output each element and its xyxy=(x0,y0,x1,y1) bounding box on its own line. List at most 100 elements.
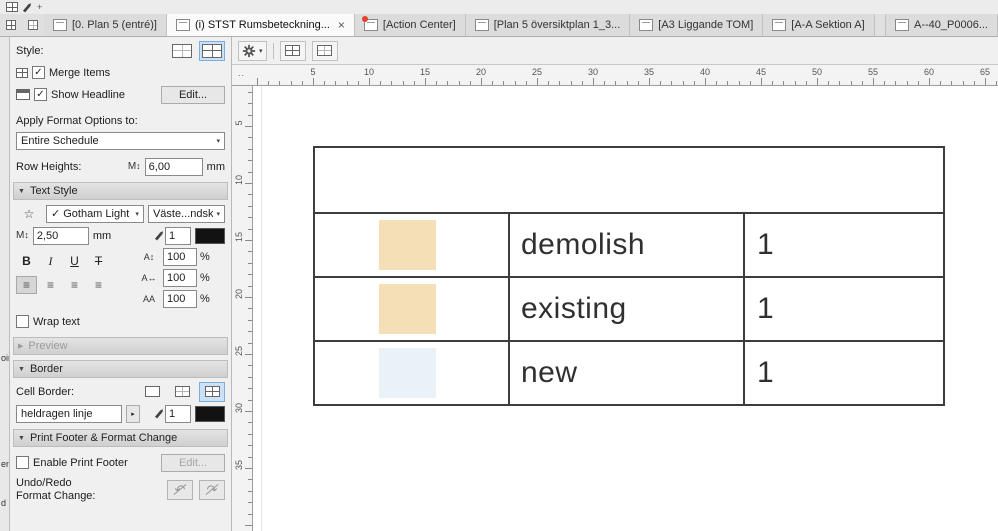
tab-2[interactable]: (i) STST Rumsbeteckning... × xyxy=(167,14,355,36)
ruler-tick xyxy=(458,81,460,85)
ruler-tick xyxy=(749,81,751,85)
border-none-button[interactable] xyxy=(139,382,165,402)
underline-button[interactable]: U xyxy=(64,252,85,270)
apply-format-select[interactable]: Entire Schedule ▾ xyxy=(16,131,225,150)
align-center-icon: ≡ xyxy=(46,278,54,292)
border-pen-input[interactable]: 1 xyxy=(165,404,191,423)
border-color-swatch[interactable] xyxy=(195,405,225,422)
name-cell[interactable]: new xyxy=(508,342,743,404)
unit-mm-label: mm xyxy=(92,229,112,242)
text-pen-input[interactable]: 1 xyxy=(165,226,191,245)
edit-headline-button[interactable]: Edit... xyxy=(161,85,225,104)
align-right-button[interactable]: ≡ xyxy=(64,276,85,294)
align-center-button[interactable]: ≡ xyxy=(40,276,61,294)
percent-label: % xyxy=(200,251,210,263)
ruler-tick xyxy=(828,81,830,85)
section-preview[interactable]: ▶ Preview xyxy=(13,337,228,355)
ruler-tick xyxy=(850,81,852,85)
schedule-row: demolish 1 xyxy=(315,214,943,276)
ruler-tick xyxy=(248,251,252,253)
cell-border-label: Cell Border: xyxy=(16,385,75,398)
ruler-tick xyxy=(514,81,516,85)
drawing-canvas[interactable]: demolish 1 existing 1 new 1 xyxy=(253,86,998,531)
table-style-2-button[interactable] xyxy=(199,40,225,61)
align-justify-button[interactable]: ≡ xyxy=(88,276,109,294)
ruler-tick xyxy=(682,81,684,85)
ruler-tick xyxy=(503,81,505,85)
count-cell[interactable]: 1 xyxy=(743,278,943,340)
tab-label: [A-A Sektion A] xyxy=(791,19,865,31)
count-cell[interactable]: 1 xyxy=(743,214,943,276)
table-cells-button[interactable] xyxy=(311,40,338,61)
ruler-number: 40 xyxy=(699,67,711,77)
percent-label: % xyxy=(200,272,210,284)
window-grid-button[interactable] xyxy=(3,1,21,13)
ruler-tick xyxy=(301,81,303,85)
favorites-button[interactable]: ☆ xyxy=(16,204,42,224)
ruler-tick xyxy=(772,81,774,85)
schedule-header-row[interactable] xyxy=(315,148,943,214)
table-style-1-button[interactable] xyxy=(169,41,195,61)
ruler-tick xyxy=(940,81,942,85)
ruler-tick xyxy=(873,78,874,85)
line-type-select[interactable]: heldragen linje xyxy=(16,404,122,423)
merge-items-checkbox[interactable] xyxy=(32,66,45,79)
tab-3[interactable]: [Action Center] xyxy=(354,14,466,36)
superscript-size-input[interactable]: 100 xyxy=(163,290,197,308)
tab-1[interactable]: [0. Plan 5 (entré)] xyxy=(44,14,167,36)
count-cell[interactable]: 1 xyxy=(743,342,943,404)
language-select[interactable]: Väste...ndsk ▾ xyxy=(147,204,225,223)
close-tab-icon[interactable]: × xyxy=(338,19,345,31)
line-spacing-input[interactable]: 100 xyxy=(163,248,197,266)
undo-format-button[interactable]: ↶ xyxy=(167,480,193,501)
schedule-icon xyxy=(176,19,190,31)
line-type-popup-button[interactable]: ▸ xyxy=(126,404,140,423)
swatch-cell[interactable] xyxy=(315,278,508,340)
font-select[interactable]: ✓ Gotham Light ▾ xyxy=(46,204,144,223)
ruler-tick xyxy=(248,285,252,287)
tab-5[interactable]: [A3 Liggande TOM] xyxy=(630,14,764,36)
ruler-tick xyxy=(615,81,617,85)
scheme-settings-button[interactable]: ▾ xyxy=(238,40,267,61)
border-all-button[interactable] xyxy=(199,381,225,402)
edit-button[interactable] xyxy=(23,1,32,13)
view-switch-grid-button[interactable] xyxy=(0,14,22,36)
align-left-button[interactable]: ≡ xyxy=(16,276,37,294)
notification-dot xyxy=(361,16,368,22)
clipped-panel-text: oint xyxy=(1,353,9,363)
name-cell[interactable]: existing xyxy=(508,278,743,340)
swatch-cell[interactable] xyxy=(315,214,508,276)
section-print-footer[interactable]: ▼ Print Footer & Format Change xyxy=(13,429,228,447)
strikethrough-button[interactable]: T xyxy=(88,252,109,270)
schedule-body: demolish 1 existing 1 new 1 xyxy=(315,214,943,404)
italic-button[interactable]: I xyxy=(40,252,61,270)
show-headline-checkbox[interactable] xyxy=(34,88,47,101)
tab-6[interactable]: [A-A Sektion A] xyxy=(763,14,875,36)
edit-print-footer-button[interactable]: Edit... xyxy=(161,453,225,472)
redo-format-button[interactable]: ↷ xyxy=(199,480,225,501)
tab-4[interactable]: [Plan 5 översiktplan 1_3... xyxy=(465,14,631,36)
row-height-input[interactable]: 6,00 xyxy=(144,157,203,176)
chevron-down-icon: ▾ xyxy=(216,210,220,218)
line-type-value: heldragen linje xyxy=(21,407,93,420)
tab-7[interactable]: A--40_P0006... xyxy=(885,14,998,36)
ruler-tick xyxy=(761,78,762,85)
bold-button[interactable]: B xyxy=(16,252,37,270)
ruler-number: 15 xyxy=(419,67,431,77)
border-partial-button[interactable] xyxy=(169,382,195,402)
wrap-text-checkbox[interactable] xyxy=(16,315,29,328)
view-switch-list-button[interactable] xyxy=(22,14,44,36)
section-label: Border xyxy=(29,363,63,375)
section-text-style[interactable]: ▼ Text Style xyxy=(13,182,228,200)
name-cell[interactable]: demolish xyxy=(508,214,743,276)
ruler-tick xyxy=(313,78,314,85)
text-color-swatch[interactable] xyxy=(195,227,225,244)
swatch-cell[interactable] xyxy=(315,342,508,404)
table-columns-button[interactable] xyxy=(279,40,306,61)
char-spacing-value: 100 xyxy=(167,272,186,284)
text-size-input[interactable]: 2,50 xyxy=(32,226,89,245)
enable-print-footer-checkbox[interactable] xyxy=(16,456,29,469)
char-spacing-input[interactable]: 100 xyxy=(163,269,197,287)
section-border[interactable]: ▼ Border xyxy=(13,360,228,378)
add-button[interactable]: + xyxy=(34,1,45,13)
